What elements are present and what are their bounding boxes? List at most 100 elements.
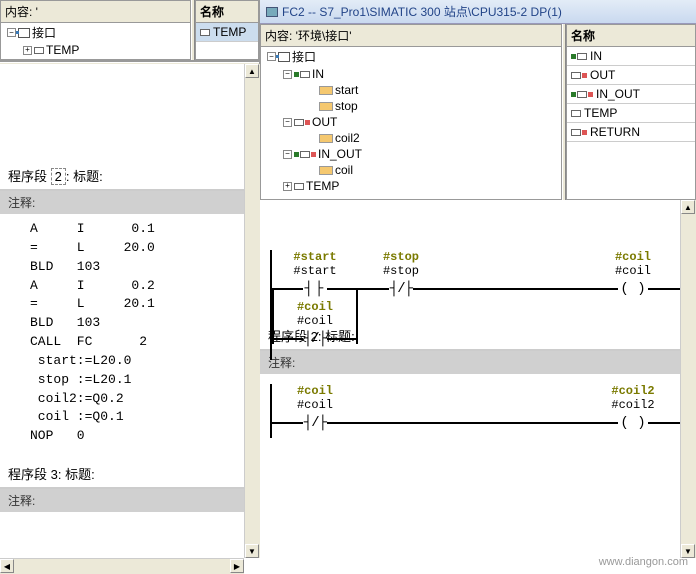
table-row[interactable]: IN_OUT [567, 85, 695, 104]
left-decl-area: 内容: ' − 接口 + TEMP 名称 TEMP [0, 0, 259, 62]
ladder-network-1[interactable]: #start #start ┤├ #stop #stop ┤/├ #coil #… [260, 240, 696, 314]
tree-inout[interactable]: − IN_OUT [261, 146, 561, 162]
collapse-icon[interactable]: − [283, 150, 292, 159]
window-title: FC2 -- S7_Pro1\SIMATIC 300 站点\CPU315-2 D… [282, 3, 562, 20]
coil-output-coil2[interactable]: #coil2 #coil2 ( ) [590, 384, 676, 432]
seg-num: 3 [51, 467, 58, 482]
scroll-down-icon[interactable]: ▼ [245, 544, 259, 558]
seg-suffix: : 标题: [58, 467, 95, 482]
scroll-right-icon[interactable]: ▶ [230, 559, 244, 573]
collapse-icon[interactable]: − [283, 118, 292, 127]
comment-bar[interactable]: 注释: [0, 191, 260, 214]
address-label: #coil [297, 398, 333, 412]
collapse-icon[interactable]: − [283, 70, 292, 79]
table-row[interactable]: OUT [567, 66, 695, 85]
scrollbar-horizontal[interactable]: ◀ ▶ [0, 558, 244, 574]
scroll-left-icon[interactable]: ◀ [0, 559, 14, 573]
scrollbar-vertical[interactable]: ▲ ▼ [680, 200, 696, 558]
left-var-table[interactable]: 名称 TEMP [195, 0, 259, 60]
wire [444, 288, 590, 290]
var-leaf-icon [319, 102, 333, 111]
right-interface-tree[interactable]: 内容: '环境\接口' − 接口 − IN start stop − [260, 24, 562, 200]
out-icon [294, 119, 310, 126]
stl-source[interactable]: A I 0.1 = L 20.0 BLD 103 A I 0.2 = L 20.… [0, 214, 260, 452]
scrollbar-vertical[interactable]: ▲ ▼ [244, 64, 260, 558]
tree-temp[interactable]: + TEMP [261, 178, 561, 194]
comment-bar[interactable]: 注释: [260, 351, 696, 374]
collapse-icon[interactable]: − [7, 28, 16, 37]
left-content-label: 内容: ' [1, 1, 190, 23]
table-row[interactable]: RETURN [567, 123, 695, 142]
symbol-label: #coil [297, 384, 333, 398]
tree-label: 接口 [292, 48, 316, 65]
tree-root-interface[interactable]: − 接口 [261, 47, 561, 66]
comment-bar[interactable]: 注释: [0, 489, 260, 512]
table-cell: TEMP [213, 25, 246, 39]
tree-out[interactable]: − OUT [261, 114, 561, 130]
expand-icon[interactable]: + [23, 46, 32, 55]
watermark: www.diangon.com [599, 556, 688, 568]
tree-temp[interactable]: + TEMP [1, 42, 190, 58]
ladder-network-2[interactable]: #coil #coil ┤/├ #coil2 #coil2 ( ) [260, 374, 696, 448]
address-label: #start [293, 264, 336, 278]
tree-var-stop[interactable]: stop [261, 98, 561, 114]
tree-label: TEMP [306, 179, 339, 193]
tree-label: IN_OUT [318, 147, 362, 161]
address-label: #coil [615, 264, 651, 278]
seg-prefix: 程序段 [8, 169, 51, 184]
table-header-name: 名称 [196, 1, 258, 23]
symbol-label: #stop [383, 250, 419, 264]
table-cell: RETURN [590, 125, 640, 139]
contact-nc-coil-branch[interactable]: #coil #coil ┤/├ [272, 300, 358, 348]
seg-num: 2 [51, 168, 66, 185]
interface-icon [18, 28, 30, 38]
inout-icon [294, 151, 316, 158]
scroll-up-icon[interactable]: ▲ [245, 64, 259, 78]
tree-label: IN [312, 67, 324, 81]
contact-nc-coil[interactable]: #coil #coil ┤/├ [272, 384, 358, 432]
scroll-up-icon[interactable]: ▲ [681, 200, 695, 214]
address-label: #coil [297, 314, 333, 328]
segment-header-2[interactable]: 程序段 2: 标题: [0, 162, 260, 191]
tree-root-interface[interactable]: − 接口 [1, 23, 190, 42]
var-leaf-icon [319, 86, 333, 95]
expand-icon[interactable]: + [283, 182, 292, 191]
symbol-label: #coil2 [611, 384, 654, 398]
tree-var-coil2[interactable]: coil2 [261, 130, 561, 146]
contact-nc-stop[interactable]: #stop #stop ┤/├ [358, 250, 444, 298]
var-leaf-icon [319, 134, 333, 143]
table-cell: IN [590, 49, 602, 63]
wire [358, 422, 590, 424]
symbol-label: #coil [615, 250, 651, 264]
right-editor-panel: FC2 -- S7_Pro1\SIMATIC 300 站点\CPU315-2 D… [260, 0, 696, 574]
table-cell: OUT [590, 68, 615, 82]
contact-no-start[interactable]: #start #start ┤├ [272, 250, 358, 298]
seg-suffix: : 标题: [66, 169, 103, 184]
coil-output[interactable]: #coil #coil ( ) [590, 250, 676, 298]
window-title-bar[interactable]: FC2 -- S7_Pro1\SIMATIC 300 站点\CPU315-2 D… [260, 0, 696, 24]
tree-var-start[interactable]: start [261, 82, 561, 98]
collapse-icon[interactable]: − [267, 52, 276, 61]
table-row[interactable]: TEMP [196, 23, 258, 42]
right-content-label: 内容: '环境\接口' [261, 25, 561, 47]
var-icon [34, 47, 44, 54]
var-icon [200, 29, 210, 36]
symbol-label: #start [293, 250, 336, 264]
table-row[interactable]: IN [567, 47, 695, 66]
right-var-table[interactable]: 名称 IN OUT IN_OUT TEMP RETURN [566, 24, 696, 200]
tree-in[interactable]: − IN [261, 66, 561, 82]
table-row[interactable]: TEMP [567, 104, 695, 123]
var-leaf-icon [319, 166, 333, 175]
right-decl-area: 内容: '环境\接口' − 接口 − IN start stop − [260, 24, 696, 202]
tree-var-coil[interactable]: coil [261, 162, 561, 178]
return-icon [571, 129, 587, 136]
right-code-area: #start #start ┤├ #stop #stop ┤/├ #coil #… [260, 200, 696, 574]
table-cell: TEMP [584, 106, 617, 120]
tree-label: coil [335, 163, 353, 177]
left-interface-tree[interactable]: 内容: ' − 接口 + TEMP [0, 0, 191, 60]
block-icon [266, 7, 278, 17]
var-icon [571, 110, 581, 117]
tree-label: OUT [312, 115, 337, 129]
table-cell: IN_OUT [596, 87, 640, 101]
segment-header-3[interactable]: 程序段 3: 标题: [0, 460, 260, 489]
